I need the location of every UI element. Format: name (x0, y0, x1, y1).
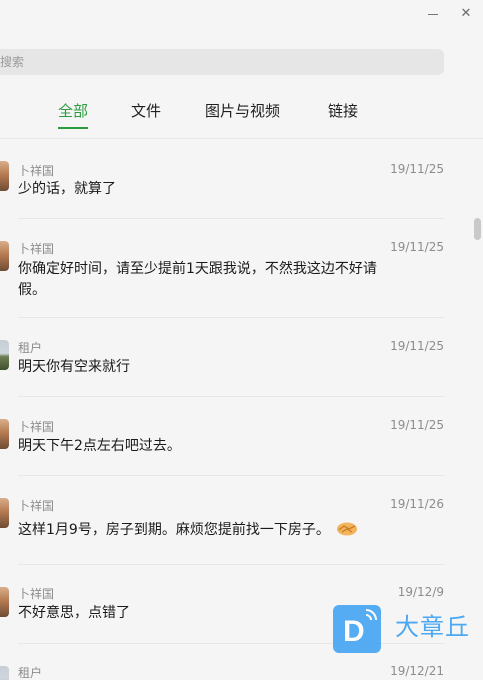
watermark-logo-icon: D (333, 605, 381, 653)
filter-tabs: 全部 文件 图片与视频 链接 (0, 96, 483, 136)
avatar (0, 340, 9, 370)
message-date: 19/11/26 (390, 497, 444, 511)
message-date: 19/12/21 (390, 664, 444, 678)
handshake-emoji-icon (336, 522, 357, 536)
list-item[interactable]: 卜祥国 19/11/25 你确定好时间，请至少提前1天跟我说，不然我这边不好请假… (0, 219, 470, 318)
avatar (0, 161, 9, 191)
message-text: 不好意思，点错了 (18, 605, 130, 621)
avatar (0, 419, 9, 449)
tab-links[interactable]: 链接 (328, 100, 358, 121)
watermark-title: 大章丘 (395, 613, 470, 641)
message-date: 19/11/25 (390, 339, 444, 353)
search-input[interactable]: 搜索 (0, 49, 444, 75)
list-item[interactable]: 卜祥国 19/11/26 这样1月9号，房子到期。麻烦您提前找一下房子。 (0, 476, 470, 565)
close-icon: ✕ (460, 6, 472, 21)
message-text: 明天你有空来就行 (18, 359, 130, 375)
list-item[interactable]: 卜祥国 19/11/25 明天下午2点左右吧过去。 (0, 397, 470, 476)
search-placeholder: 搜索 (0, 55, 25, 69)
sender-name: 卜祥国 (18, 242, 55, 256)
list-item[interactable]: 卜祥国 19/11/25 少的话，就算了 (0, 139, 470, 219)
message-text: 你确定好时间，请至少提前1天跟我说，不然我这边不好请假。 (18, 261, 377, 298)
sender-name: 卜祥国 (18, 164, 55, 178)
avatar (0, 666, 9, 680)
close-button[interactable]: ✕ (456, 4, 476, 24)
tab-files[interactable]: 文件 (131, 100, 161, 121)
avatar (0, 241, 9, 271)
scrollbar-thumb[interactable] (474, 218, 481, 240)
message-date: 19/12/9 (397, 585, 444, 599)
tab-images-videos[interactable]: 图片与视频 (205, 100, 280, 121)
message-content: 这样1月9号，房子到期。麻烦您提前找一下房子。 (18, 520, 418, 541)
sender-name: 租户 (18, 341, 43, 355)
message-text: 这样1月9号，房子到期。麻烦您提前找一下房子。 (18, 522, 330, 538)
avatar (0, 498, 9, 528)
minimize-button[interactable] (423, 4, 443, 24)
message-text: 明天下午2点左右吧过去。 (18, 438, 181, 454)
message-list[interactable]: 卜祥国 19/11/25 少的话，就算了 卜祥国 19/11/25 你确定好时间… (0, 139, 470, 680)
avatar (0, 587, 9, 617)
sender-name: 卜祥国 (18, 587, 55, 601)
message-date: 19/11/25 (390, 162, 444, 176)
watermark: D 大章丘 (333, 605, 483, 657)
sender-name: 租户 (18, 666, 43, 680)
sender-name: 卜祥国 (18, 499, 55, 513)
watermark-logo-letter: D (343, 615, 365, 648)
message-date: 19/11/25 (390, 418, 444, 432)
message-date: 19/11/25 (390, 240, 444, 254)
message-text: 少的话，就算了 (18, 181, 116, 197)
list-item[interactable]: 租户 19/11/25 明天你有空来就行 (0, 318, 470, 397)
sender-name: 卜祥国 (18, 420, 55, 434)
tab-all[interactable]: 全部 (58, 100, 89, 129)
